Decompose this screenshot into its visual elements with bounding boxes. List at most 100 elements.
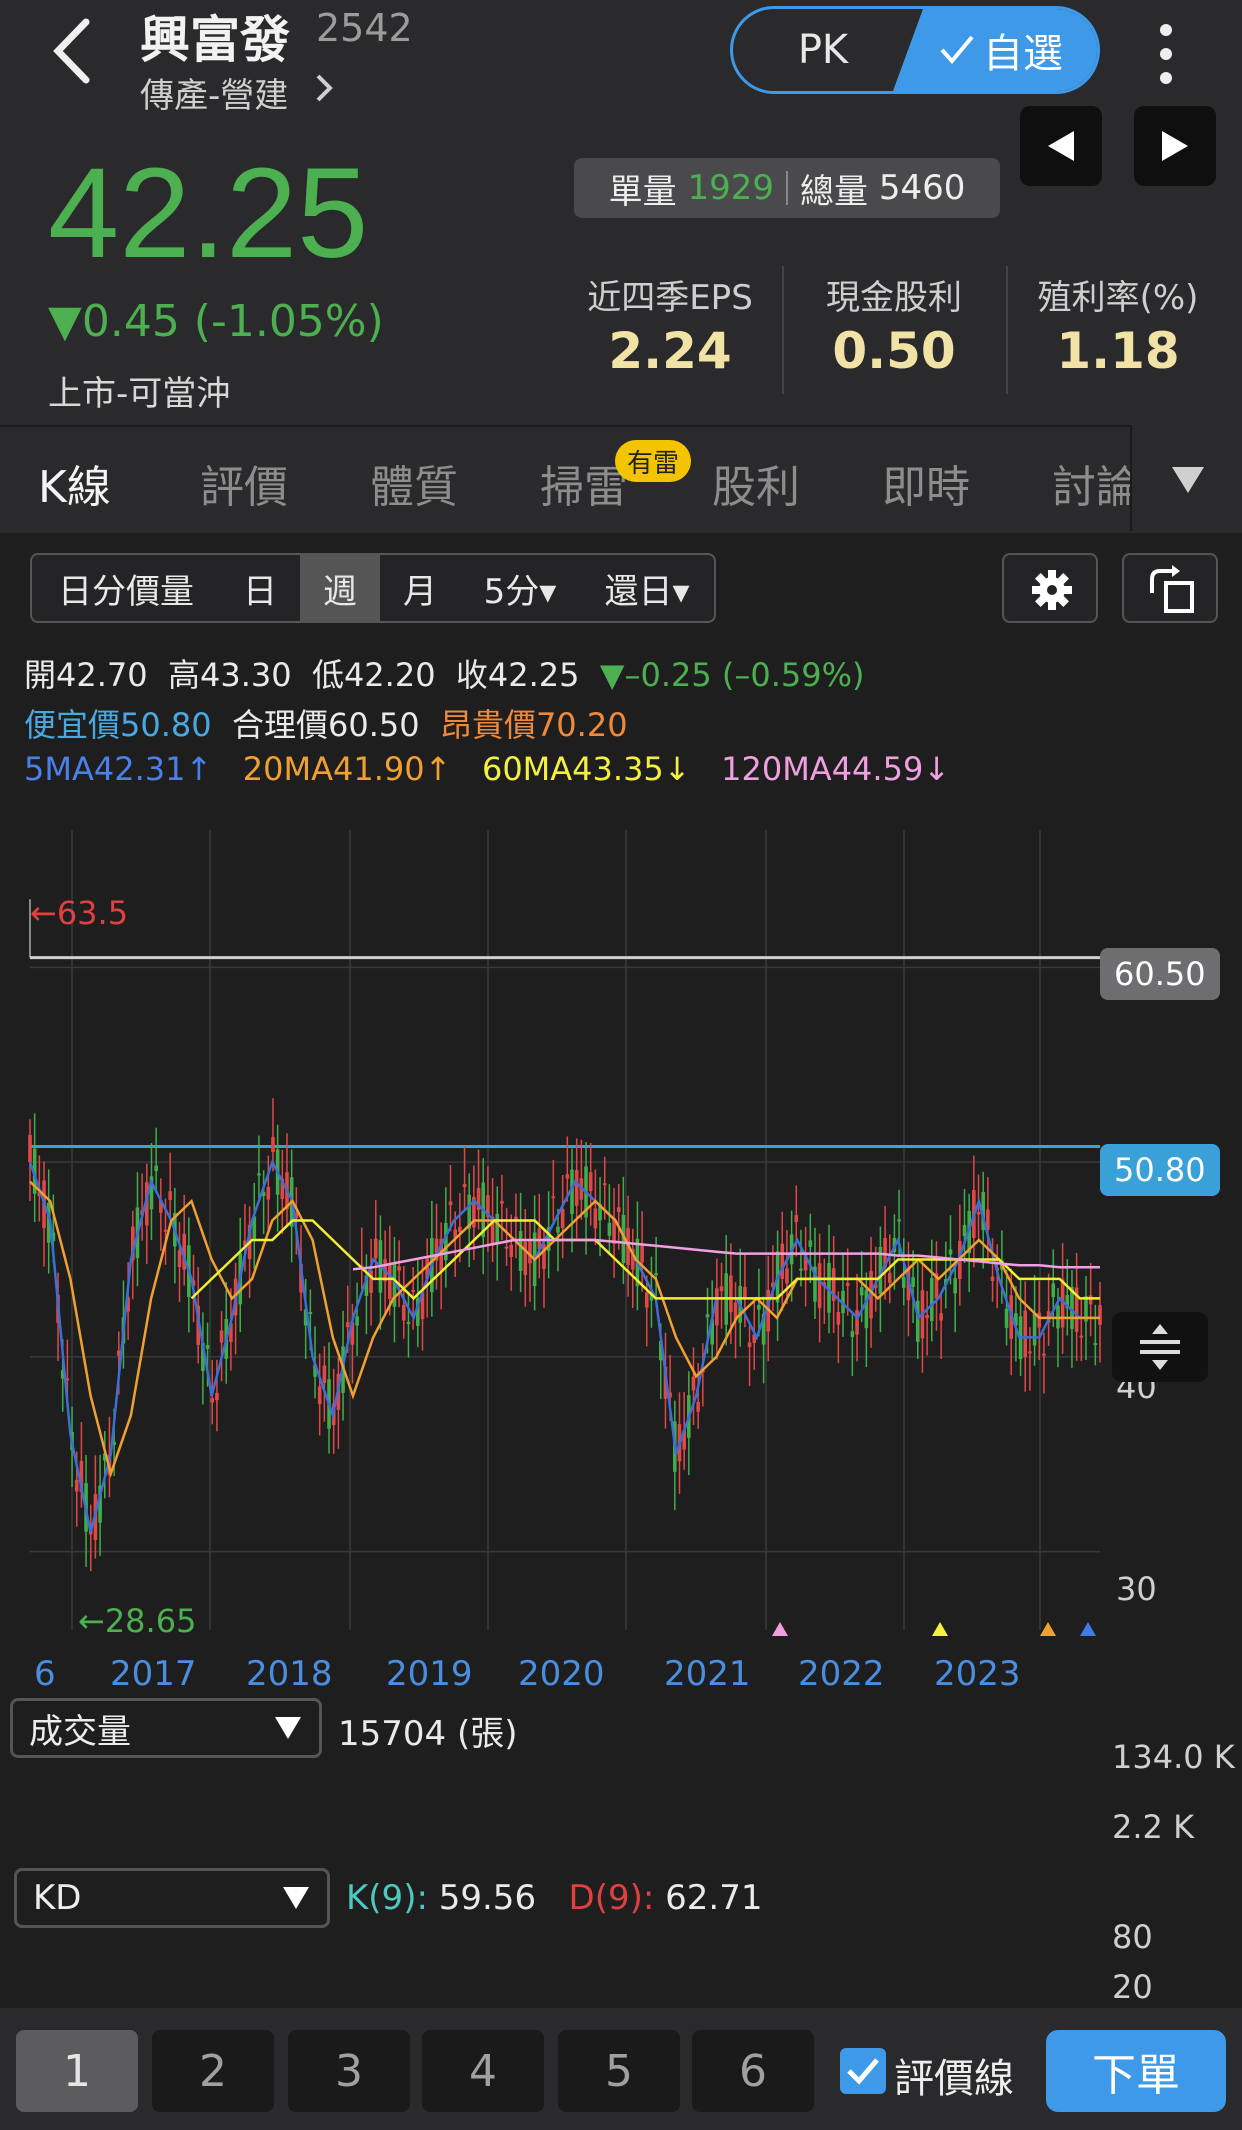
- candle-body: [411, 1289, 415, 1292]
- event-marker-orange[interactable]: [1040, 1622, 1056, 1636]
- candle-body: [939, 1313, 943, 1321]
- chart-resize-handle[interactable]: [1112, 1312, 1208, 1382]
- candle-body: [28, 1134, 32, 1163]
- cheap-price-badge: 50.80: [1100, 1144, 1220, 1196]
- tab-realtime[interactable]: 即時: [882, 451, 970, 515]
- kd-indicator-select[interactable]: KD: [14, 1868, 330, 1928]
- layout-page-1[interactable]: 1: [16, 2030, 138, 2112]
- candle-body: [747, 1342, 752, 1348]
- tab-discussion[interactable]: 討論: [1052, 451, 1130, 515]
- tab-more-button[interactable]: [1130, 425, 1242, 531]
- pk-button[interactable]: PK: [733, 9, 913, 91]
- period-intraday[interactable]: 日分價量: [32, 555, 220, 621]
- candle-body: [1023, 1310, 1028, 1358]
- period-month[interactable]: 月: [380, 555, 460, 621]
- price-tick-30: 30: [1116, 1570, 1157, 1608]
- candle-body: [495, 1213, 500, 1245]
- candle-body: [210, 1398, 215, 1403]
- place-order-button[interactable]: 下單: [1046, 2030, 1226, 2112]
- triangle-left-icon: [1048, 131, 1074, 161]
- layout-page-4[interactable]: 4: [422, 2030, 544, 2112]
- x-label: 2019: [386, 1654, 473, 1694]
- kd-values: K(9): 59.56 D(9): 62.71: [346, 1878, 762, 1918]
- eps-label: 近四季EPS: [587, 278, 753, 318]
- min-price-label: ←28.65: [78, 1602, 197, 1640]
- candle-body: [1051, 1283, 1056, 1297]
- event-marker-yellow[interactable]: [932, 1622, 948, 1636]
- watchlist-button[interactable]: 自選: [983, 9, 1063, 91]
- layout-page-5[interactable]: 5: [558, 2030, 680, 2112]
- ma120-value: 120MA44.59↓: [721, 750, 951, 788]
- kd-tick-20: 20: [1112, 1968, 1153, 2006]
- tab-health[interactable]: 體質: [370, 451, 458, 515]
- tab-valuation[interactable]: 評價: [200, 451, 288, 515]
- next-stock-button[interactable]: [1134, 106, 1216, 186]
- fair-price-badge: 60.50: [1100, 948, 1220, 1000]
- prev-stock-button[interactable]: [1020, 106, 1102, 186]
- volume-indicator-select[interactable]: 成交量: [10, 1698, 322, 1758]
- candle-body: [74, 1479, 79, 1492]
- candle-body: [729, 1275, 733, 1313]
- k-value: 59.56: [438, 1878, 537, 1918]
- candle-body: [1042, 1353, 1046, 1356]
- period-week[interactable]: 週: [300, 555, 380, 621]
- triangle-right-icon: [1162, 131, 1188, 161]
- sector-link[interactable]: 傳產-營建: [140, 68, 288, 117]
- candle-body: [369, 1270, 373, 1293]
- adjust-dropdown[interactable]: 還日▾: [580, 555, 714, 621]
- kline-chart[interactable]: [0, 830, 1242, 1700]
- candle-body: [215, 1392, 219, 1401]
- x-label: 2018: [246, 1654, 333, 1694]
- candle-body: [1004, 1308, 1009, 1328]
- candle-body: [799, 1268, 803, 1271]
- triangle-down-icon: [275, 1717, 301, 1739]
- candle-body: [565, 1174, 570, 1179]
- candle-body: [616, 1207, 621, 1213]
- rotate-icon: [1150, 565, 1194, 613]
- tab-kline[interactable]: K線: [38, 451, 111, 515]
- candle-body: [640, 1245, 644, 1263]
- settings-button[interactable]: [1002, 553, 1098, 623]
- candle-body: [696, 1401, 700, 1412]
- candle-body: [962, 1224, 967, 1237]
- layout-page-3[interactable]: 3: [288, 2030, 410, 2112]
- current-price: 42.25: [48, 142, 369, 285]
- tab-dividend[interactable]: 股利: [712, 451, 800, 515]
- event-marker-blue[interactable]: [1080, 1622, 1096, 1636]
- candle-body: [953, 1278, 957, 1294]
- candle-body: [387, 1264, 392, 1300]
- ma-row: 5MA42.31↑ 20MA41.90↑ 60MA43.35↓ 120MA44.…: [24, 750, 950, 788]
- candle-body: [654, 1273, 658, 1276]
- candle-body: [588, 1172, 593, 1192]
- pk-watch-toggle[interactable]: PK 自選: [730, 6, 1100, 94]
- back-arrow-icon[interactable]: [48, 16, 98, 86]
- candle-body: [257, 1173, 261, 1176]
- check-icon: [940, 35, 974, 65]
- volume-value: 15704 (張): [338, 1714, 518, 1754]
- layout-page-2[interactable]: 2: [152, 2030, 274, 2112]
- open-value: 開42.70: [24, 656, 148, 694]
- high-value: 高43.30: [167, 656, 292, 694]
- valuation-row: 便宜價50.80 合理價60.50 昂貴價70.20: [24, 700, 628, 746]
- event-markers: [772, 1622, 1096, 1636]
- candle-body: [602, 1183, 607, 1186]
- rotate-screen-button[interactable]: [1122, 553, 1218, 623]
- candle-body: [850, 1331, 855, 1338]
- resize-icon: [1140, 1324, 1180, 1370]
- candle-body: [574, 1170, 579, 1206]
- valuation-line-checkbox[interactable]: [840, 2048, 886, 2094]
- more-vertical-icon[interactable]: [1148, 22, 1184, 86]
- period-minutes-dropdown[interactable]: 5分▾: [460, 555, 580, 621]
- total-volume-value: 5460: [878, 168, 966, 208]
- low-value: 低42.20: [311, 656, 436, 694]
- period-selector: 日分價量 日 週 月 5分▾ 還日▾: [30, 553, 716, 623]
- period-day[interactable]: 日: [220, 555, 300, 621]
- candle-body: [897, 1219, 901, 1222]
- triangle-down-icon: [283, 1887, 309, 1909]
- candle-body: [925, 1314, 929, 1319]
- candle-body: [345, 1322, 350, 1328]
- event-marker-pink[interactable]: [772, 1622, 788, 1636]
- candle-body: [551, 1196, 556, 1199]
- candle-body: [448, 1201, 453, 1206]
- layout-page-6[interactable]: 6: [692, 2030, 814, 2112]
